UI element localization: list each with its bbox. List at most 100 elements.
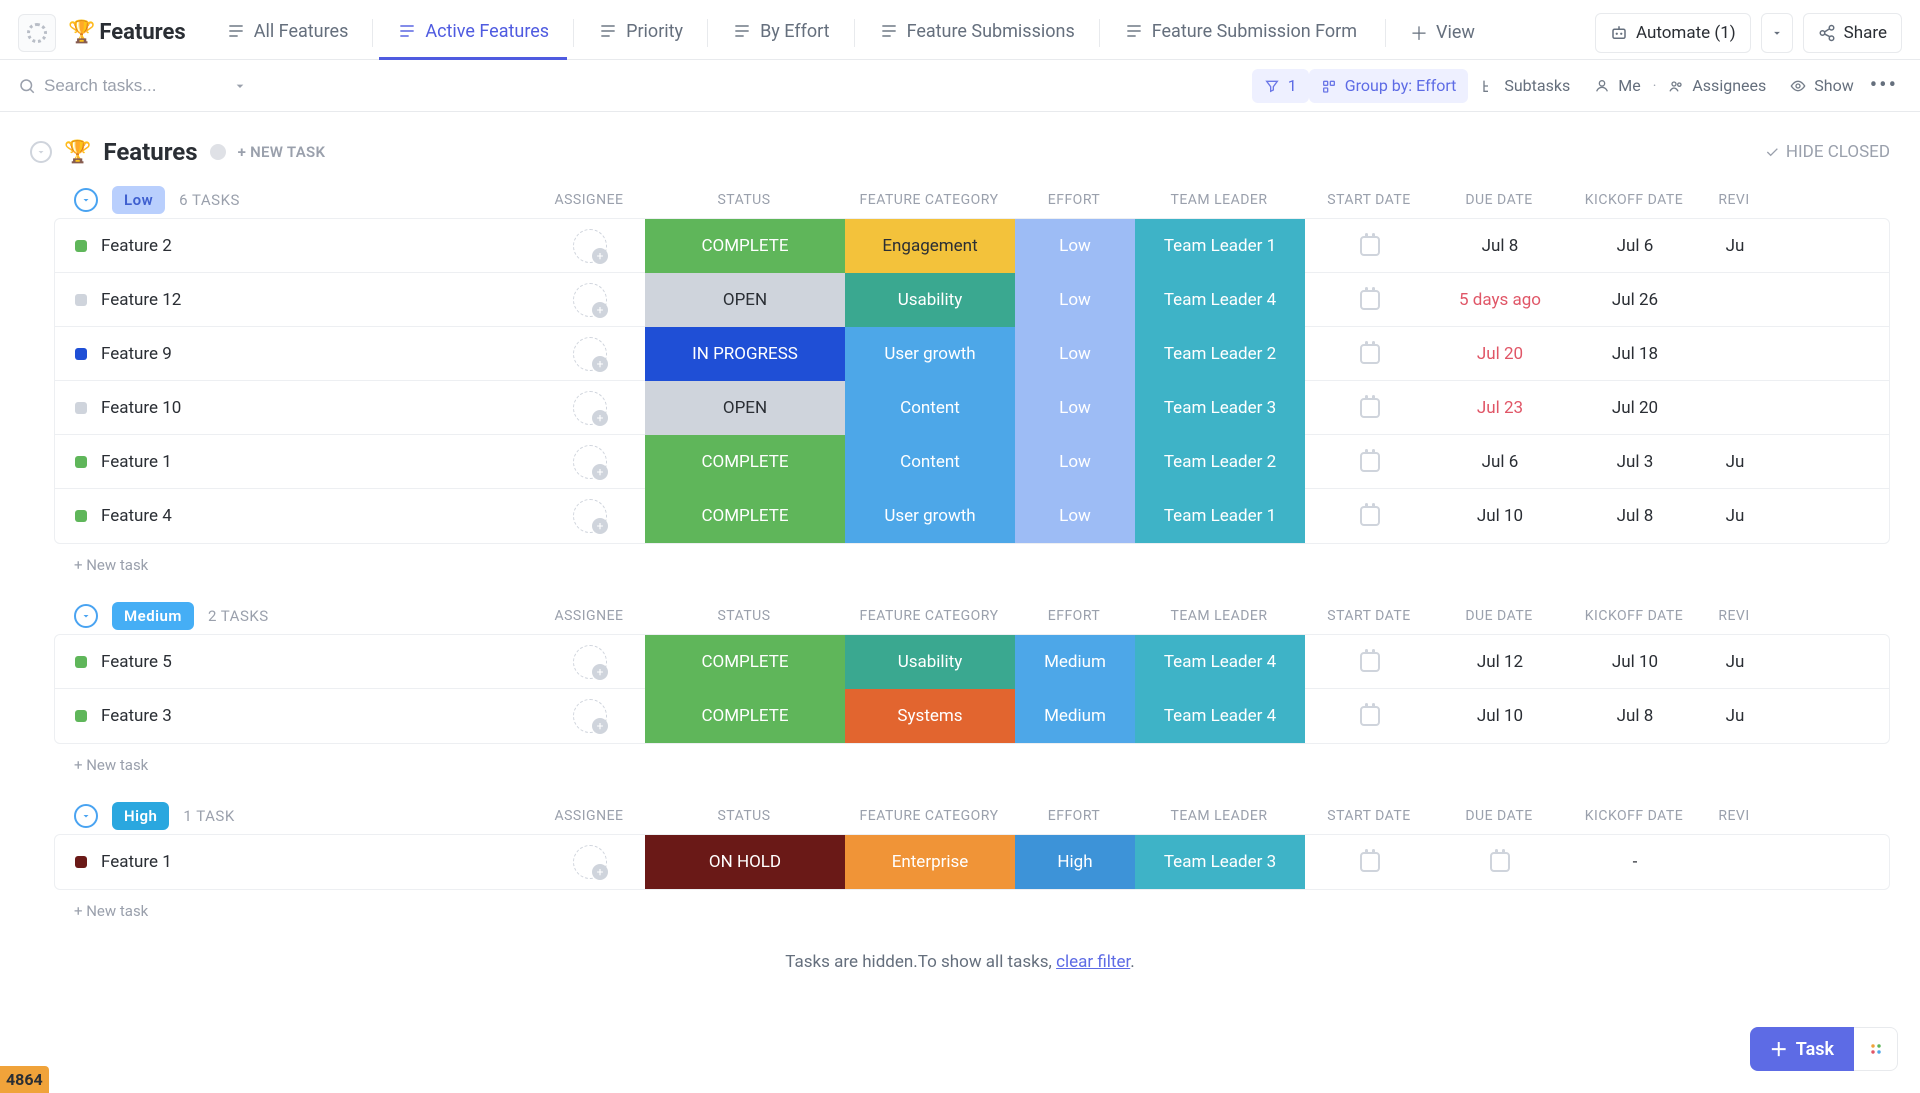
assignee-add[interactable]	[573, 283, 607, 317]
leader-tag[interactable]: Team Leader 4	[1135, 635, 1305, 689]
tab-by-effort[interactable]: By Effort	[714, 6, 847, 60]
table-row[interactable]: Feature 2COMPLETEEngagementLowTeam Leade…	[55, 219, 1889, 273]
new-task-row[interactable]: + New task	[54, 744, 1890, 778]
status-tag[interactable]: OPEN	[645, 381, 845, 435]
group-chip[interactable]: Medium	[112, 602, 194, 630]
leader-tag[interactable]: Team Leader 3	[1135, 381, 1305, 435]
new-task-row[interactable]: + New task	[54, 544, 1890, 578]
status-tag[interactable]: COMPLETE	[645, 435, 845, 489]
table-row[interactable]: Feature 3COMPLETESystemsMediumTeam Leade…	[55, 689, 1889, 743]
new-task-row[interactable]: + New task	[54, 890, 1890, 924]
due-date[interactable]: 5 days ago	[1435, 290, 1565, 310]
assignee-add[interactable]	[573, 845, 607, 879]
due-date-empty[interactable]	[1435, 852, 1565, 872]
status-tag[interactable]: OPEN	[645, 273, 845, 327]
assignee-add[interactable]	[573, 645, 607, 679]
kickoff-date[interactable]: Jul 3	[1565, 452, 1705, 472]
effort-tag[interactable]: Low	[1015, 435, 1135, 489]
collapse-group-button[interactable]	[74, 804, 98, 828]
category-tag[interactable]: Content	[845, 381, 1015, 435]
me-pill[interactable]: Me	[1582, 69, 1652, 103]
kickoff-date[interactable]: Jul 20	[1565, 398, 1705, 418]
due-date[interactable]: Jul 8	[1435, 236, 1565, 256]
status-tag[interactable]: IN PROGRESS	[645, 327, 845, 381]
collapse-list-button[interactable]	[30, 141, 52, 163]
assignee-add[interactable]	[573, 337, 607, 371]
kickoff-date[interactable]: Jul 10	[1565, 652, 1705, 672]
leader-tag[interactable]: Team Leader 4	[1135, 273, 1305, 327]
kickoff-date[interactable]: Jul 6	[1565, 236, 1705, 256]
kickoff-date[interactable]: Jul 8	[1565, 506, 1705, 526]
category-tag[interactable]: Enterprise	[845, 835, 1015, 889]
leader-tag[interactable]: Team Leader 1	[1135, 219, 1305, 273]
due-date[interactable]: Jul 6	[1435, 452, 1565, 472]
effort-tag[interactable]: High	[1015, 835, 1135, 889]
assignee-add[interactable]	[573, 499, 607, 533]
due-date[interactable]: Jul 12	[1435, 652, 1565, 672]
table-row[interactable]: Feature 4COMPLETEUser growthLowTeam Lead…	[55, 489, 1889, 543]
table-row[interactable]: Feature 1ON HOLDEnterpriseHighTeam Leade…	[55, 835, 1889, 889]
chevron-down-icon[interactable]	[232, 78, 248, 94]
effort-tag[interactable]: Low	[1015, 273, 1135, 327]
filter-count-pill[interactable]: 1	[1252, 69, 1309, 103]
status-tag[interactable]: COMPLETE	[645, 635, 845, 689]
due-date[interactable]: Jul 23	[1435, 398, 1565, 418]
review-date[interactable]: Ju	[1705, 706, 1765, 726]
start-date[interactable]	[1305, 706, 1435, 726]
tab-feature-submissions[interactable]: Feature Submissions	[861, 6, 1093, 60]
group-chip[interactable]: Low	[112, 186, 165, 214]
assignee-add[interactable]	[573, 391, 607, 425]
due-date[interactable]: Jul 10	[1435, 506, 1565, 526]
effort-tag[interactable]: Low	[1015, 327, 1135, 381]
category-tag[interactable]: Content	[845, 435, 1015, 489]
collapse-group-button[interactable]	[74, 604, 98, 628]
search-input[interactable]	[44, 76, 224, 96]
effort-tag[interactable]: Low	[1015, 219, 1135, 273]
category-tag[interactable]: Engagement	[845, 219, 1015, 273]
category-tag[interactable]: User growth	[845, 327, 1015, 381]
start-date[interactable]	[1305, 398, 1435, 418]
start-date[interactable]	[1305, 652, 1435, 672]
due-date[interactable]: Jul 10	[1435, 706, 1565, 726]
table-row[interactable]: Feature 9IN PROGRESSUser growthLowTeam L…	[55, 327, 1889, 381]
tab-active-features[interactable]: Active Features	[379, 6, 567, 60]
table-row[interactable]: Feature 5COMPLETEUsabilityMediumTeam Lea…	[55, 635, 1889, 689]
status-tag[interactable]: COMPLETE	[645, 689, 845, 743]
status-tag[interactable]: COMPLETE	[645, 219, 845, 273]
effort-tag[interactable]: Low	[1015, 489, 1135, 543]
kickoff-date[interactable]: Jul 26	[1565, 290, 1705, 310]
effort-tag[interactable]: Medium	[1015, 635, 1135, 689]
automate-dropdown[interactable]	[1761, 13, 1793, 53]
share-button[interactable]: Share	[1803, 13, 1902, 53]
new-task-fab-menu[interactable]	[1854, 1027, 1898, 1071]
due-date[interactable]: Jul 20	[1435, 344, 1565, 364]
start-date[interactable]	[1305, 344, 1435, 364]
start-date[interactable]	[1305, 236, 1435, 256]
table-row[interactable]: Feature 1COMPLETEContentLowTeam Leader 2…	[55, 435, 1889, 489]
tab-all-features[interactable]: All Features	[208, 6, 367, 60]
start-date[interactable]	[1305, 290, 1435, 310]
collapse-group-button[interactable]	[74, 188, 98, 212]
assignee-add[interactable]	[573, 445, 607, 479]
group-by-pill[interactable]: Group by: Effort	[1309, 69, 1469, 103]
group-chip[interactable]: High	[112, 802, 169, 830]
automate-button[interactable]: Automate (1)	[1595, 13, 1751, 53]
new-task-header-button[interactable]: + NEW TASK	[238, 143, 326, 161]
status-tag[interactable]: ON HOLD	[645, 835, 845, 889]
assignees-pill[interactable]: Assignees	[1656, 69, 1778, 103]
add-view-button[interactable]: ＋ View	[1396, 20, 1489, 46]
info-icon[interactable]	[210, 144, 226, 160]
category-tag[interactable]: Systems	[845, 689, 1015, 743]
show-pill[interactable]: Show	[1778, 69, 1865, 103]
review-date[interactable]: Ju	[1705, 452, 1765, 472]
category-tag[interactable]: Usability	[845, 273, 1015, 327]
table-row[interactable]: Feature 12OPENUsabilityLowTeam Leader 45…	[55, 273, 1889, 327]
table-row[interactable]: Feature 10OPENContentLowTeam Leader 3Jul…	[55, 381, 1889, 435]
kickoff-date[interactable]: Jul 8	[1565, 706, 1705, 726]
start-date[interactable]	[1305, 506, 1435, 526]
kickoff-date[interactable]: Jul 18	[1565, 344, 1705, 364]
review-date[interactable]: Ju	[1705, 506, 1765, 526]
tab-feature-submission-form[interactable]: Feature Submission Form	[1106, 6, 1375, 60]
category-tag[interactable]: User growth	[845, 489, 1015, 543]
clear-filter-link[interactable]: clear filter	[1056, 952, 1130, 972]
